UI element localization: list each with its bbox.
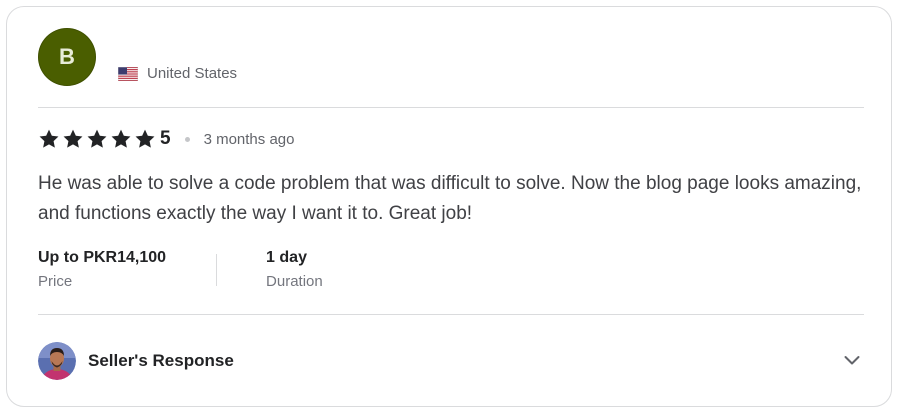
duration-value: 1 day — [266, 249, 307, 266]
price-block: Up to PKR14,100 Price — [38, 248, 166, 298]
star-icon — [39, 129, 59, 148]
star-icon — [87, 129, 107, 148]
reviewer-initial: B — [59, 44, 75, 69]
duration-block: 1 day Duration — [266, 248, 323, 298]
seller-avatar — [38, 342, 76, 380]
seller-response-label: Seller's Response — [88, 351, 234, 370]
review-text: He was able to solve a code problem that… — [38, 173, 862, 224]
review-time: 3 months ago — [203, 130, 295, 148]
reviewer-avatar[interactable]: B — [38, 28, 96, 86]
rating-value: 5 — [160, 128, 171, 149]
chevron-down-icon[interactable] — [842, 350, 862, 370]
separator-dot — [184, 136, 190, 142]
duration-label: Duration — [266, 273, 323, 290]
star-icon — [135, 129, 155, 148]
us-flag-icon — [118, 66, 138, 81]
reviewer-header: B United States — [38, 28, 864, 88]
country-name: United States — [147, 65, 238, 82]
star-rating — [38, 128, 156, 150]
details-divider — [216, 254, 218, 286]
star-icon — [111, 129, 131, 148]
review-card: B United States 5 3 months ago He was ab… — [6, 6, 892, 407]
reviewer-country: United States — [118, 65, 237, 82]
price-label: Price — [38, 273, 73, 290]
order-details: Up to PKR14,100 Price 1 day Duration — [38, 248, 323, 298]
star-icon — [63, 129, 83, 148]
header-divider — [38, 107, 864, 108]
price-value: Up to PKR14,100 — [38, 249, 167, 266]
seller-response-toggle[interactable]: Seller's Response — [38, 341, 864, 381]
rating-row: 5 3 months ago — [38, 127, 294, 151]
response-divider — [38, 314, 864, 315]
